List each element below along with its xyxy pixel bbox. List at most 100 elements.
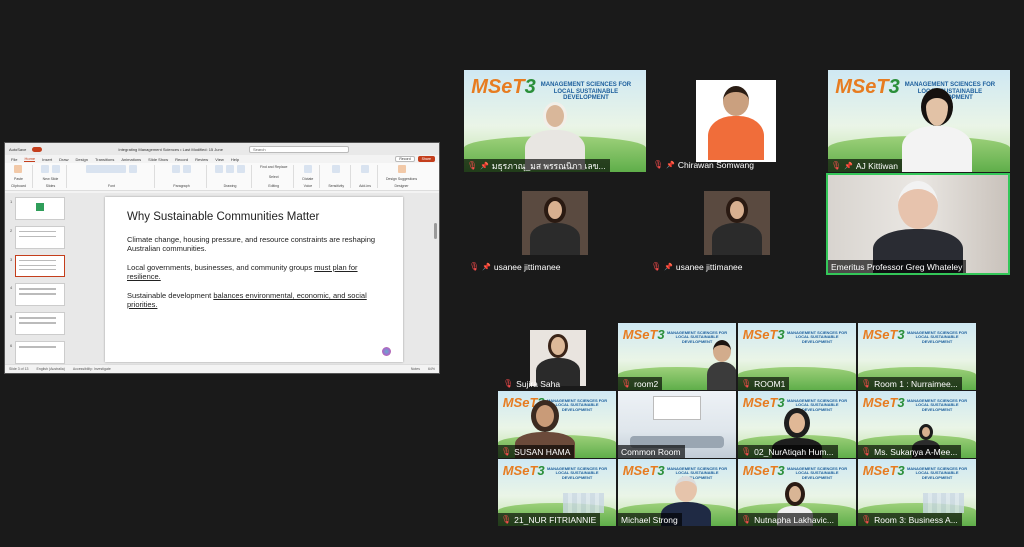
reuse-slides-icon[interactable] [51,165,60,173]
shared-screen-powerpoint[interactable]: AutoSave Integrating Management Sciences… [4,142,440,374]
slide-thumbnail[interactable]: 6 [10,341,65,364]
conference-logo: MSeT3 [835,76,899,99]
participant-head [726,197,748,223]
record-button[interactable]: Record [395,156,415,162]
tab-draw[interactable]: Draw [59,157,68,162]
participant-tile[interactable]: MSeT3 MANAGEMENT SCIENCES FOR LOCAL SUST… [618,459,736,526]
slide-thumbnail-selected[interactable]: 3 [10,254,65,278]
participant-tile[interactable]: MSeT3 MANAGEMENT SCIENCES FOR LOCAL SUST… [464,70,646,172]
shapes-icon[interactable] [214,165,223,173]
ribbon-group-label: Voice [303,184,313,188]
align-icon[interactable] [182,165,191,173]
thumb-number: 3 [10,256,13,262]
tab-view[interactable]: View [215,157,224,162]
participant-tile[interactable]: MSeT3 MANAGEMENT SCIENCES FOR LOCAL SUST… [738,323,856,390]
share-button[interactable]: Share [417,156,435,162]
tab-animations[interactable]: Animations [121,157,141,162]
ppt-ribbon: Paste Clipboard New Slide Slides Font Pa… [5,163,439,191]
meeting-window: AutoSave Integrating Management Sciences… [0,0,1024,547]
microphone-icon[interactable] [303,165,312,173]
arrange-icon[interactable] [225,165,234,173]
tab-design[interactable]: Design [75,157,87,162]
slide-paragraph-1: Climate change, housing pressure, and re… [127,235,376,253]
slide-thumbnail[interactable]: 1 [10,197,65,220]
participant-nametag: 🎙 SUSAN HAMA [498,445,575,458]
search-input[interactable]: Search [248,145,349,153]
ribbon-group-label: Editing [268,184,280,188]
ribbon-group-label: Font [107,184,115,188]
tab-help[interactable]: Help [231,157,239,162]
conference-title: MANAGEMENT SCIENCES FOR LOCAL SUSTAINABL… [546,466,608,480]
participant-nametag: 🎙 21_NUR FITRIANNIE [498,513,601,526]
participant-tile[interactable]: Common Room [618,391,736,458]
participant-tile-active-speaker[interactable]: Emeritus Professor Greg Whateley [826,173,1010,275]
tab-insert[interactable]: Insert [42,157,52,162]
conference-title: MANAGEMENT SCIENCES FOR LOCAL SUSTAINABL… [906,330,968,344]
participant-name: Ms. Sukanya A-Mee... [874,446,958,457]
participant-tile[interactable] [522,191,588,255]
bullets-icon[interactable] [171,165,180,173]
thumb-number: 2 [10,227,13,233]
participant-nametag: 🎙 📌 usanee jittimanee [648,260,747,273]
slide-thumbnail[interactable]: 2 [10,225,65,249]
mic-muted-icon: 🎙 [741,379,752,388]
zoom-level[interactable]: 64% [428,367,435,371]
slide-thumbnail[interactable]: 4 [10,283,65,307]
paste-icon[interactable] [14,165,23,173]
conference-logo: MSeT3 [743,327,785,342]
tab-home[interactable]: Home [24,156,36,162]
conference-logo: MSeT3 [471,76,535,99]
participant-nametag: 🎙 Nutnapha Lakhavic... [738,513,839,526]
sensitivity-icon[interactable] [332,165,341,173]
participant-tile[interactable]: MSeT3 MANAGEMENT SCIENCES FOR LOCAL SUST… [498,459,616,526]
find-replace-button[interactable]: Find and Replace [260,165,287,169]
participant-tile[interactable]: MSeT3 MANAGEMENT SCIENCES FOR LOCAL SUST… [858,323,976,390]
tab-file[interactable]: File [11,157,17,162]
conference-logo: MSeT3 [863,395,905,410]
ribbon-group-designer: Design Suggestions Designer [386,165,423,188]
participant-nametag: Emeritus Professor Greg Whateley [828,260,967,273]
notes-button[interactable]: Notes [411,367,420,371]
slide-canvas[interactable]: Why Sustainable Communities Matter Clima… [105,197,403,362]
participant-tile[interactable]: MSeT3 MANAGEMENT SCIENCES FOR LOCAL SUST… [618,323,736,390]
participant-tile[interactable]: MSeT3 MANAGEMENT SCIENCES FOR LOCAL SUST… [828,70,1010,172]
participant-name: room2 [634,378,659,389]
participant-tile[interactable]: MSeT3 MANAGEMENT SCIENCES FOR LOCAL SUST… [858,391,976,458]
participant-tile[interactable]: MSeT3 MANAGEMENT SCIENCES FOR LOCAL SUST… [858,459,976,526]
new-slide-icon[interactable] [40,165,49,173]
participant-tile[interactable]: MSeT3 MANAGEMENT SCIENCES FOR LOCAL SUST… [738,459,856,526]
tab-review[interactable]: Review [195,157,208,162]
thumb-number: 5 [10,314,13,320]
designer-icon[interactable] [397,165,406,173]
quick-styles-icon[interactable] [236,165,245,173]
participant-tile[interactable]: MSeT3 MANAGEMENT SCIENCES FOR LOCAL SUST… [498,391,616,458]
thumb-number: 4 [10,285,13,291]
design-suggestions-label: Design Suggestions [385,176,418,181]
accessibility-status[interactable]: Accessibility: Investigate [73,367,111,371]
ppt-ribbon-tabs: File Home Insert Draw Design Transitions… [5,155,439,163]
tab-record[interactable]: Record [175,157,188,162]
slide-thumbnail[interactable]: 5 [10,312,65,336]
participant-tile[interactable]: MSeT3 MANAGEMENT SCIENCES FOR LOCAL SUST… [738,391,856,458]
logo-text: MSeT [742,327,778,343]
add-ins-icon[interactable] [361,165,370,173]
participant-tile[interactable] [696,80,776,162]
participant-tile[interactable] [704,191,770,255]
slide-paragraph-3: Sustainable development balances environ… [127,291,381,309]
participant-head [919,424,934,440]
mic-muted-icon: 🎙 [741,447,752,456]
city-decoration [922,492,965,513]
font-size-box[interactable] [128,165,137,173]
font-box[interactable] [85,165,126,173]
participant-name: Room 1 : Nurraimee... [874,378,958,389]
select-button[interactable]: Select [269,175,279,179]
tab-transitions[interactable]: Transitions [95,157,114,162]
autosave-label: AutoSave [9,146,27,152]
autosave-toggle[interactable] [32,146,43,152]
participant-head [548,334,568,358]
logo-text: MSeT [862,463,898,479]
vertical-scrollbar[interactable] [434,223,437,239]
copilot-icon[interactable] [382,347,391,356]
tab-slide-show[interactable]: Slide Show [148,157,168,162]
ribbon-group-label: Paragraph [173,184,190,188]
